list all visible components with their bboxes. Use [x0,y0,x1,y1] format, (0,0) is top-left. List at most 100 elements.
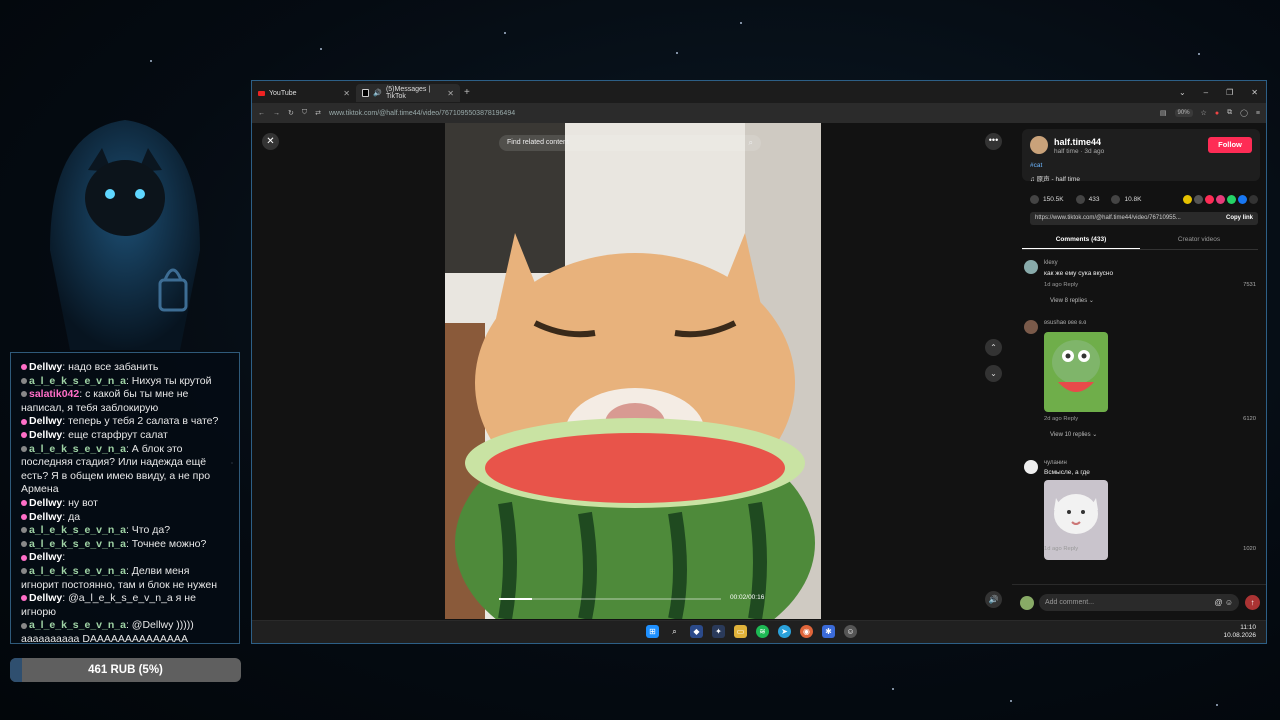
avatar[interactable] [1024,320,1038,334]
view-replies-link[interactable]: View 8 replies ⌄ [1050,297,1094,304]
reader-icon[interactable]: ▤ [1160,109,1167,117]
chat-text: да [68,510,81,523]
comment-like-count[interactable]: 7531 [1243,282,1256,288]
maximize-icon[interactable]: ❐ [1226,88,1233,97]
view-replies-link[interactable]: View 10 replies ⌄ [1050,431,1097,438]
share-icon[interactable] [1205,195,1214,204]
comment-meta[interactable]: 2d ago Reply [1044,416,1078,422]
close-video-button[interactable]: ✕ [262,133,279,150]
close-window-icon[interactable]: ✕ [1251,88,1258,97]
tab-creator-videos[interactable]: Creator videos [1140,231,1258,249]
chat-username: a_l_e_k_s_e_v_n_a [29,524,126,537]
video-progress-bar[interactable] [499,598,721,600]
share-link-field[interactable]: https://www.tiktok.com/@half.time44/vide… [1030,212,1258,225]
facebook-icon[interactable] [1238,195,1247,204]
avatar[interactable] [1024,460,1038,474]
mention-emoji-icons[interactable]: @ ☺ [1214,594,1233,611]
forward-share-icon[interactable] [1249,195,1258,204]
chat-text: надо все забанить [68,361,159,373]
follow-button[interactable]: Follow [1208,137,1252,153]
hashtag-link[interactable]: #cat [1030,162,1042,169]
chat-message: a_l_e_k_s_e_v_n_a: Делви меня игнорит по… [21,565,229,592]
comment-username[interactable]: чуланин [1044,460,1067,466]
chat-text: Точнее можно? [131,537,207,550]
sound-link[interactable]: ♫ 原声 - half time [1030,173,1080,183]
extension-icon[interactable]: ● [1215,110,1219,117]
donation-goal-label: 461 RUB (5%) [88,664,163,676]
tab-comments[interactable]: Comments (433) [1022,231,1140,249]
spotify-icon[interactable]: ≋ [756,625,769,638]
comment-meta[interactable]: 1d ago Reply [1044,546,1078,552]
whatsapp-icon[interactable] [1227,195,1236,204]
avatar[interactable] [1024,260,1038,274]
video-progress-fill [499,598,533,600]
file-explorer-icon[interactable]: ▭ [734,625,747,638]
new-tab-icon[interactable]: + [464,87,470,98]
previous-video-button[interactable]: ⌃ [985,339,1002,356]
firefox-icon[interactable]: ◉ [800,625,813,638]
zoom-level[interactable]: 90% [1174,109,1193,117]
close-tab-icon[interactable]: ✕ [343,89,350,98]
tab-tiktok[interactable]: 🔊 (5)Messages | TikTok ✕ [356,84,460,102]
bookmark-star-icon[interactable]: ☆ [1201,109,1207,117]
tab-youtube[interactable]: YouTube ✕ [252,84,356,102]
address-bar[interactable]: www.tiktok.com/@half.time44/video/767109… [329,110,515,117]
speaker-icon[interactable]: 🔊 [373,89,382,97]
app-icon[interactable]: ☺ [844,625,857,638]
forward-icon[interactable]: → [273,110,280,117]
comment-text: как же ему сука вкусно [1044,270,1114,277]
back-icon[interactable]: ← [258,110,265,117]
badge-icon [21,554,27,561]
telegram-icon[interactable]: ➤ [778,625,791,638]
share-icon[interactable] [1216,195,1225,204]
badge-icon [21,527,27,534]
chat-message: a_l_e_k_s_e_v_n_a: Точнее можно? [21,538,229,552]
clock-date: 10.08.2026 [1223,632,1256,639]
star [740,22,742,24]
search-icon[interactable]: ⌕ [749,135,753,151]
more-options-button[interactable]: ••• [985,133,1002,150]
chat-message: a_l_e_k_s_e_v_n_a: Что да? [21,524,229,538]
chat-message: Dellwy: теперь у тебя 2 салата в чате? [21,415,229,429]
app-icon[interactable]: ◆ [690,625,703,638]
post-comment-button[interactable]: ↑ [1245,595,1260,610]
comment-like-count[interactable]: 6120 [1243,416,1256,422]
save-button[interactable]: 10.8K [1111,195,1141,204]
permissions-icon[interactable]: ⇄ [315,109,321,117]
comment-meta[interactable]: 1d ago Reply [1044,282,1078,288]
app-icon[interactable]: ✱ [822,625,835,638]
windows-start-icon[interactable]: ⊞ [646,625,659,638]
avatar[interactable] [1030,136,1048,154]
search-icon[interactable]: ⌕ [668,625,681,638]
system-clock[interactable]: 11:10 10.08.2026 [1223,624,1256,640]
badge-icon [21,622,27,629]
shield-icon[interactable]: ⛉ [302,109,307,117]
close-tab-icon[interactable]: ✕ [447,89,454,98]
tab-list-icon[interactable]: ⌄ [1179,88,1186,97]
badge-icon [21,540,27,547]
star [676,52,678,54]
share-icon[interactable] [1183,195,1192,204]
minimize-icon[interactable]: – [1204,88,1208,97]
extensions-icon[interactable]: ⧉ [1227,109,1232,117]
comment-input[interactable]: Add comment... @ ☺ [1039,594,1239,611]
author-name[interactable]: half.time44 [1054,137,1101,147]
account-icon[interactable]: ◯ [1240,109,1248,117]
menu-icon[interactable]: ≡ [1256,110,1260,117]
find-related-search[interactable]: Find related content ⌕ [499,135,761,151]
like-button[interactable]: 150.5K [1030,195,1064,204]
chat-username: Dellwy [29,415,63,428]
next-video-button[interactable]: ⌄ [985,365,1002,382]
embed-icon[interactable] [1194,195,1203,204]
copy-link-button[interactable]: Copy link [1226,212,1253,225]
comment-button[interactable]: 433 [1075,195,1099,204]
badge-icon [21,391,27,398]
badge-icon [21,513,27,520]
comment-username[interactable]: ʚsushaɞ ʚɞɞ ɞ.ɞ [1044,320,1086,326]
video-player[interactable]: Find related content ⌕ 00:02/00:16 [445,123,821,619]
comment-username[interactable]: klexy [1044,260,1058,266]
app-icon[interactable]: ✦ [712,625,725,638]
volume-button[interactable]: 🔊 [985,591,1002,608]
reload-icon[interactable]: ↻ [288,109,294,117]
comment-like-count[interactable]: 1020 [1243,546,1256,552]
